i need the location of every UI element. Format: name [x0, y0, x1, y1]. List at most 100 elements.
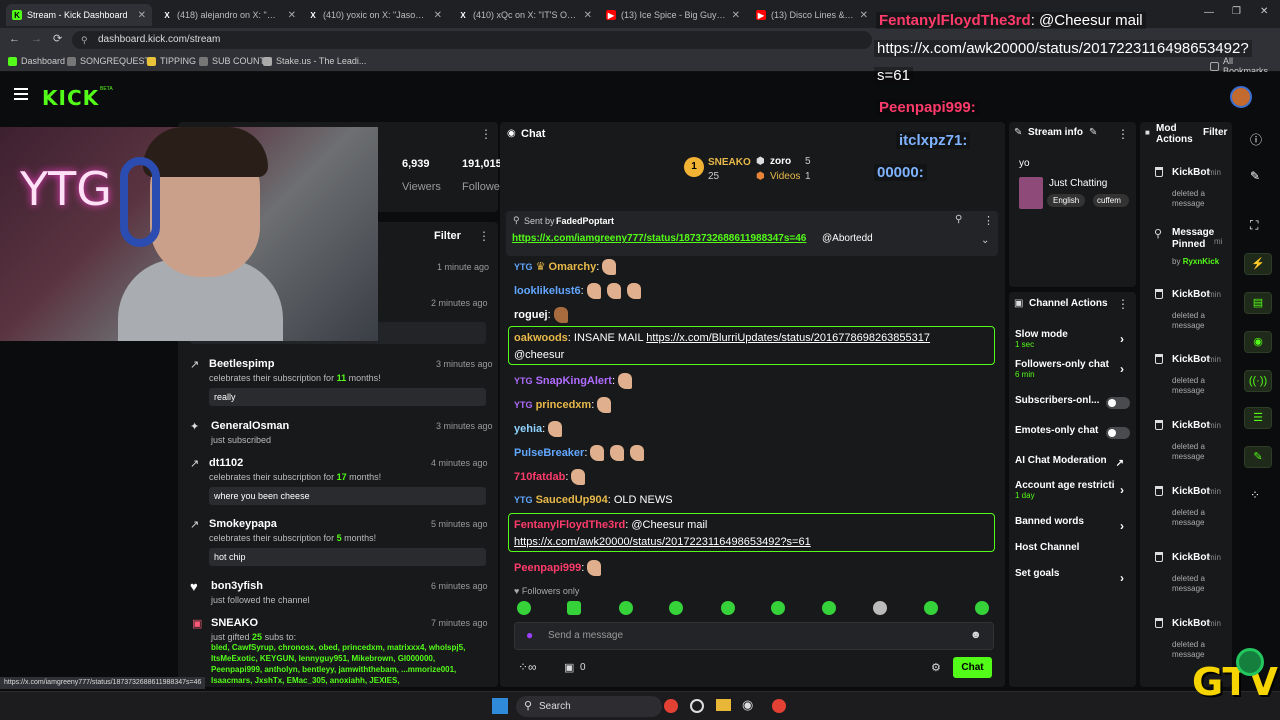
- chat-username[interactable]: oakwoods: [514, 332, 568, 344]
- minimize-icon[interactable]: —: [1204, 7, 1214, 18]
- chat-username[interactable]: yehia: [514, 423, 542, 435]
- tab-x-3[interactable]: X(410) xQc on X: "IT'S OVER FOR✕: [452, 4, 598, 26]
- unpin-icon[interactable]: ⚲: [955, 214, 962, 225]
- mod-user[interactable]: KickBot: [1172, 167, 1210, 178]
- windows-start-icon[interactable]: [492, 698, 508, 714]
- pinned-link[interactable]: https://x.com/iamgreeny777/status/187373…: [512, 233, 806, 244]
- back-icon[interactable]: ←: [9, 33, 20, 45]
- pinned-message[interactable]: ⚲ Sent by FadedPoptart ⚲ ⋮ https://x.com…: [506, 211, 998, 256]
- chrome-icon[interactable]: [772, 699, 786, 713]
- chat-link[interactable]: https://x.com/awk20000/status/2017223116…: [514, 535, 811, 549]
- chat-username[interactable]: princedxm: [536, 399, 592, 411]
- followers-only-action[interactable]: Followers-only chat 6 min ›: [1015, 359, 1130, 379]
- reload-icon[interactable]: ⟳: [53, 32, 62, 45]
- more-options-icon[interactable]: ⋮: [480, 127, 492, 141]
- chat-username[interactable]: Omarchy: [549, 261, 597, 273]
- bookmark-stake[interactable]: Stake.us - The Leadi...: [263, 56, 366, 66]
- edit-icon[interactable]: ✎: [1089, 127, 1097, 138]
- edit-icon[interactable]: ✎: [1250, 169, 1260, 183]
- tab-youtube-2[interactable]: ▶(13) Disco Lines & Tinashe - No✕: [750, 4, 874, 26]
- host-channel-action[interactable]: Host Channel: [1015, 542, 1130, 553]
- chat-username[interactable]: SaucedUp904: [536, 494, 608, 506]
- close-icon[interactable]: ✕: [288, 10, 296, 21]
- send-chat-button[interactable]: Chat: [953, 657, 992, 678]
- tab-x-1[interactable]: X(418) alejandro on X: "@kick d✕: [156, 4, 302, 26]
- bookmark-tipping[interactable]: TIPPING: [147, 56, 196, 66]
- gift-leader-name[interactable]: SNEAKO: [708, 157, 751, 168]
- chat-username[interactable]: looklikelust6: [514, 285, 581, 297]
- activity-username[interactable]: dt1102: [209, 457, 243, 469]
- bookmark-dashboard[interactable]: Dashboard: [8, 56, 65, 66]
- window-close-icon[interactable]: ✕: [1260, 6, 1268, 17]
- videos-label[interactable]: Videos: [770, 171, 800, 182]
- emote-button[interactable]: [669, 601, 683, 615]
- mod-filter-button[interactable]: Filter: [1203, 127, 1227, 138]
- chat-username[interactable]: roguej: [514, 309, 548, 321]
- mod-user[interactable]: KickBot: [1172, 486, 1210, 497]
- forward-icon[interactable]: →: [31, 33, 42, 45]
- close-icon[interactable]: ✕: [434, 10, 442, 21]
- chrome-icon[interactable]: [664, 699, 678, 713]
- ai-moderation-action[interactable]: AI Chat Moderation ↗: [1015, 455, 1130, 469]
- pinned-sender[interactable]: FadedPoptart: [556, 216, 614, 226]
- account-age-action[interactable]: Account age restricti 1 day ›: [1015, 480, 1130, 500]
- activity-username[interactable]: Smokeypapa: [209, 518, 277, 530]
- microphone-icon[interactable]: ●: [526, 628, 533, 642]
- broadcast-icon[interactable]: ((·)): [1244, 370, 1272, 392]
- chat-username[interactable]: Peenpapi999: [514, 562, 581, 574]
- chat-input[interactable]: ● Send a message ☻: [514, 622, 994, 650]
- emote-button[interactable]: [567, 601, 581, 615]
- steam-icon[interactable]: ◉: [742, 697, 753, 713]
- bookmark-songrequests[interactable]: SONGREQUESTS: [67, 56, 156, 66]
- emote-button[interactable]: [721, 601, 735, 615]
- info-icon[interactable]: ⓘ: [1250, 131, 1262, 148]
- close-icon[interactable]: ✕: [584, 10, 592, 21]
- close-icon[interactable]: ✕: [138, 10, 146, 21]
- settings-icon[interactable]: ⚙: [931, 661, 941, 674]
- taskbar-search[interactable]: ⚲ Search: [516, 696, 662, 717]
- bookmark-sub-count[interactable]: SUB COUNT: [199, 56, 265, 66]
- maximize-icon[interactable]: ❐: [1232, 6, 1241, 17]
- site-info-icon[interactable]: ⚲: [81, 31, 88, 49]
- emote-button[interactable]: [619, 601, 633, 615]
- tab-kick-dashboard[interactable]: K Stream - Kick Dashboard ✕: [6, 4, 152, 26]
- more-options-icon[interactable]: ⋮: [1117, 297, 1129, 311]
- app-icon[interactable]: [690, 699, 704, 713]
- more-options-icon[interactable]: ⋮: [983, 214, 994, 227]
- mod-by-user[interactable]: RyxnKick: [1183, 257, 1219, 266]
- mod-user[interactable]: KickBot: [1172, 354, 1210, 365]
- mod-user[interactable]: KickBot: [1172, 552, 1210, 563]
- wrench-icon[interactable]: ✎: [1244, 446, 1272, 468]
- points-icon[interactable]: ⁘: [1250, 488, 1260, 502]
- mod-user[interactable]: KickBot: [1172, 289, 1210, 300]
- file-explorer-icon[interactable]: [716, 699, 731, 711]
- chat-link[interactable]: https://x.com/BlurriUpdates/status/20167…: [646, 332, 930, 344]
- chat-username[interactable]: SnapKingAlert: [536, 375, 612, 387]
- chat-bubble-icon[interactable]: ◉: [1244, 331, 1272, 353]
- chat-username[interactable]: 710fatdab: [514, 471, 565, 483]
- points-icon[interactable]: ⁘∞: [518, 660, 537, 674]
- activity-username[interactable]: Beetlespimp: [209, 358, 274, 370]
- more-options-icon[interactable]: ⋮: [1117, 127, 1129, 141]
- activity-username[interactable]: SNEAKO: [211, 617, 258, 629]
- chat-username[interactable]: FentanylFloydThe3rd: [514, 519, 625, 531]
- subscribers-only-toggle[interactable]: [1106, 397, 1130, 409]
- kick-logo[interactable]: KICK: [42, 86, 99, 110]
- emote-button[interactable]: [924, 601, 938, 615]
- emote-button[interactable]: [517, 601, 531, 615]
- document-icon[interactable]: ▤: [1244, 292, 1272, 314]
- close-icon[interactable]: ✕: [860, 10, 868, 21]
- set-goals-action[interactable]: Set goals ›: [1015, 568, 1130, 585]
- stream-category[interactable]: Just Chatting: [1049, 178, 1107, 189]
- emotes-only-toggle[interactable]: [1106, 427, 1130, 439]
- emote-button[interactable]: [975, 601, 989, 615]
- gift-icon[interactable]: ▣: [564, 661, 574, 674]
- emote-button[interactable]: [771, 601, 785, 615]
- mod-user[interactable]: KickBot: [1172, 420, 1210, 431]
- tab-youtube-1[interactable]: ▶ (13) Ice Spice - Big Guy (Lyri ✕: [600, 4, 746, 26]
- leaderboard-name[interactable]: zoro: [770, 156, 791, 167]
- list-icon[interactable]: ☰: [1244, 407, 1272, 429]
- slow-mode-action[interactable]: Slow mode 1 sec ›: [1015, 329, 1130, 349]
- more-options-icon[interactable]: ⋮: [478, 229, 490, 243]
- emote-button[interactable]: [873, 601, 887, 615]
